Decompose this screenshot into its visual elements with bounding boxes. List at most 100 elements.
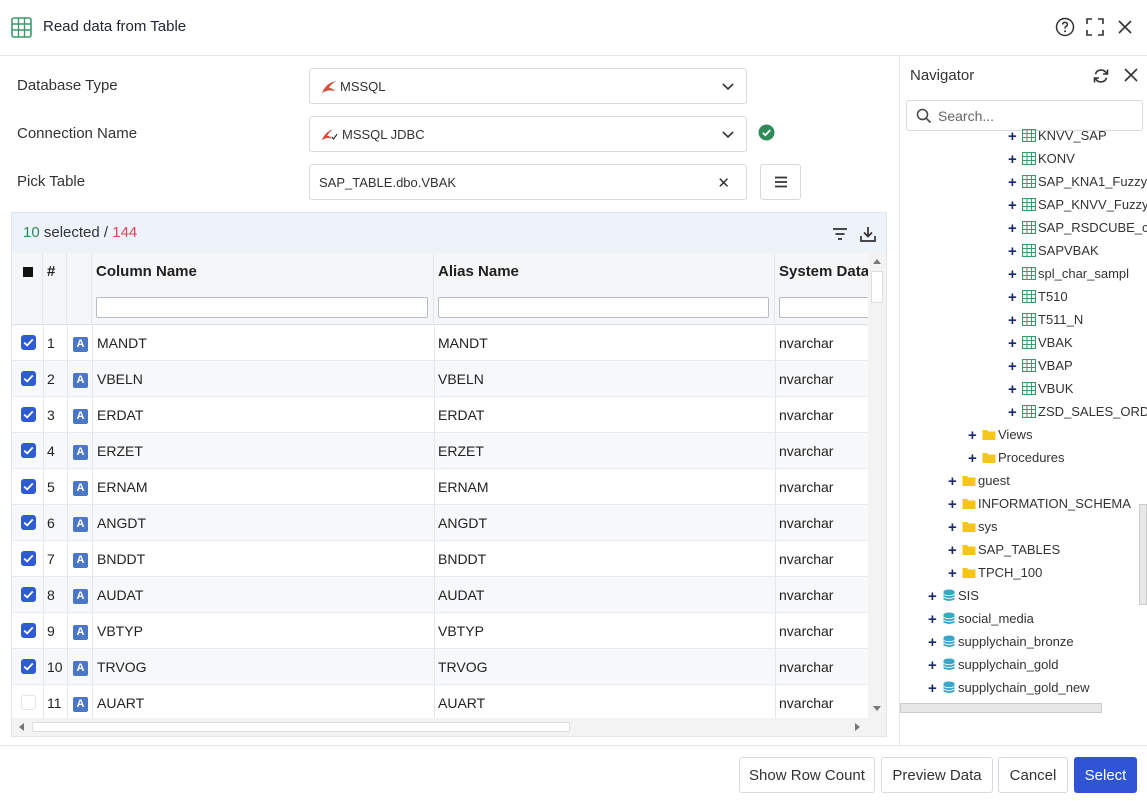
alias-name-cell[interactable]: AUART <box>438 695 485 711</box>
columns-grid: # Column Name Alias Name System Data 1AM… <box>12 253 886 736</box>
table-row[interactable]: 3 A ERDAT ERDAT nvarchar <box>12 397 868 433</box>
preview-data-button[interactable]: Preview Data <box>881 757 993 793</box>
alias-name-cell[interactable]: VBELN <box>438 371 484 387</box>
row-checkbox[interactable] <box>21 587 36 602</box>
column-divider <box>434 577 435 612</box>
table-row[interactable]: 9 A VBTYP VBTYP nvarchar <box>12 613 868 649</box>
expand-plus-icon[interactable]: + <box>1008 335 1017 352</box>
column-name-header-label[interactable]: Column Name <box>96 263 197 280</box>
table-icon <box>1022 405 1036 418</box>
expand-plus-icon[interactable]: + <box>1008 266 1017 283</box>
expand-plus-icon[interactable]: + <box>968 450 977 467</box>
row-checkbox[interactable] <box>21 659 36 674</box>
expand-plus-icon[interactable]: + <box>948 519 957 536</box>
column-divider <box>67 577 68 612</box>
row-checkbox[interactable] <box>21 551 36 566</box>
expand-plus-icon[interactable]: + <box>1008 358 1017 375</box>
row-number: 9 <box>47 623 55 639</box>
refresh-icon[interactable] <box>1092 67 1110 85</box>
expand-plus-icon[interactable]: + <box>928 657 937 674</box>
grid-vertical-scrollbar[interactable] <box>868 253 886 736</box>
select-button[interactable]: Select <box>1074 757 1137 793</box>
clear-icon[interactable]: ✕ <box>717 174 730 192</box>
alias-name-cell[interactable]: VBTYP <box>438 623 484 639</box>
scroll-left-arrow-icon[interactable] <box>17 722 25 732</box>
help-button[interactable] <box>1054 16 1076 38</box>
connection-name-select[interactable]: MSSQL JDBC <box>309 116 747 152</box>
expand-plus-icon[interactable]: + <box>928 611 937 628</box>
grid-vertical-scroll-thumb[interactable] <box>871 271 883 303</box>
alias-name-cell[interactable]: TRVOG <box>438 659 488 675</box>
table-browse-button[interactable] <box>760 164 801 200</box>
system-data-header-label[interactable]: System Data <box>779 263 868 280</box>
select-all-checkbox[interactable] <box>23 267 33 277</box>
expand-plus-icon[interactable]: + <box>1008 243 1017 260</box>
row-checkbox[interactable] <box>21 443 36 458</box>
table-row[interactable]: 5 A ERNAM ERNAM nvarchar <box>12 469 868 505</box>
expand-plus-icon[interactable]: + <box>1008 128 1017 145</box>
expand-plus-icon[interactable]: + <box>1008 220 1017 237</box>
row-checkbox[interactable] <box>21 479 36 494</box>
expand-plus-icon[interactable]: + <box>1008 312 1017 329</box>
close-dialog-button[interactable] <box>1114 16 1136 38</box>
selected-count: 10 <box>23 224 40 241</box>
database-type-select[interactable]: MSSQL <box>309 68 747 104</box>
alias-name-cell[interactable]: ERDAT <box>438 407 484 423</box>
tree-item-label: SAPVBAK <box>1038 243 1099 258</box>
expand-plus-icon[interactable]: + <box>948 473 957 490</box>
expand-plus-icon[interactable]: + <box>1008 151 1017 168</box>
expand-plus-icon[interactable]: + <box>1008 404 1017 421</box>
expand-plus-icon[interactable]: + <box>1008 197 1017 214</box>
maximize-button[interactable] <box>1084 16 1106 38</box>
expand-plus-icon[interactable]: + <box>928 634 937 651</box>
expand-plus-icon[interactable]: + <box>948 542 957 559</box>
column-name-filter[interactable] <box>96 297 428 318</box>
alias-name-cell[interactable]: MANDT <box>438 335 488 351</box>
table-row[interactable]: 2 A VBELN VBELN nvarchar <box>12 361 868 397</box>
table-row[interactable]: 10 A TRVOG TRVOG nvarchar <box>12 649 868 685</box>
row-checkbox[interactable] <box>21 407 36 422</box>
expand-plus-icon[interactable]: + <box>1008 381 1017 398</box>
expand-plus-icon[interactable]: + <box>948 496 957 513</box>
table-row[interactable]: 8 A AUDAT AUDAT nvarchar <box>12 577 868 613</box>
navigator-search-input[interactable]: Search... <box>906 100 1143 131</box>
alias-name-cell[interactable]: ERZET <box>438 443 484 459</box>
row-checkbox[interactable] <box>21 371 36 386</box>
table-row[interactable]: 7 A BNDDT BNDDT nvarchar <box>12 541 868 577</box>
expand-plus-icon[interactable]: + <box>928 588 937 605</box>
alias-name-filter[interactable] <box>438 297 769 318</box>
grid-horizontal-scrollbar[interactable] <box>12 718 868 736</box>
alias-name-cell[interactable]: AUDAT <box>438 587 484 603</box>
search-icon <box>916 108 932 124</box>
scroll-right-arrow-icon[interactable] <box>854 722 862 732</box>
alias-name-cell[interactable]: BNDDT <box>438 551 486 567</box>
alias-name-cell[interactable]: ANGDT <box>438 515 487 531</box>
scroll-down-arrow-icon[interactable] <box>872 705 882 713</box>
download-icon[interactable] <box>858 224 878 244</box>
expand-plus-icon[interactable]: + <box>948 565 957 582</box>
navigator-vertical-scrollbar[interactable] <box>1139 504 1147 605</box>
row-checkbox[interactable] <box>21 695 36 710</box>
navigator-horizontal-scrollbar[interactable] <box>900 703 1102 713</box>
grid-horizontal-scroll-thumb[interactable] <box>32 722 570 732</box>
row-checkbox[interactable] <box>21 623 36 638</box>
row-checkbox[interactable] <box>21 515 36 530</box>
close-icon[interactable] <box>1123 67 1139 83</box>
alias-name-header-label[interactable]: Alias Name <box>438 263 519 280</box>
system-data-filter[interactable] <box>779 297 868 318</box>
row-checkbox[interactable] <box>21 335 36 350</box>
table-row[interactable]: 6 A ANGDT ANGDT nvarchar <box>12 505 868 541</box>
expand-plus-icon[interactable]: + <box>1008 174 1017 191</box>
expand-plus-icon[interactable]: + <box>968 427 977 444</box>
scroll-up-arrow-icon[interactable] <box>872 257 882 265</box>
table-row[interactable]: 11 A AUART AUART nvarchar <box>12 685 868 721</box>
expand-plus-icon[interactable]: + <box>1008 289 1017 306</box>
filter-icon[interactable] <box>830 224 850 244</box>
expand-plus-icon[interactable]: + <box>928 680 937 697</box>
pick-table-input[interactable]: SAP_TABLE.dbo.VBAK ✕ <box>309 164 747 200</box>
table-row[interactable]: 4 A ERZET ERZET nvarchar <box>12 433 868 469</box>
show-row-count-button[interactable]: Show Row Count <box>739 757 875 793</box>
table-row[interactable]: 1 A MANDT MANDT nvarchar <box>12 325 868 361</box>
cancel-button[interactable]: Cancel <box>998 757 1068 793</box>
alias-name-cell[interactable]: ERNAM <box>438 479 489 495</box>
